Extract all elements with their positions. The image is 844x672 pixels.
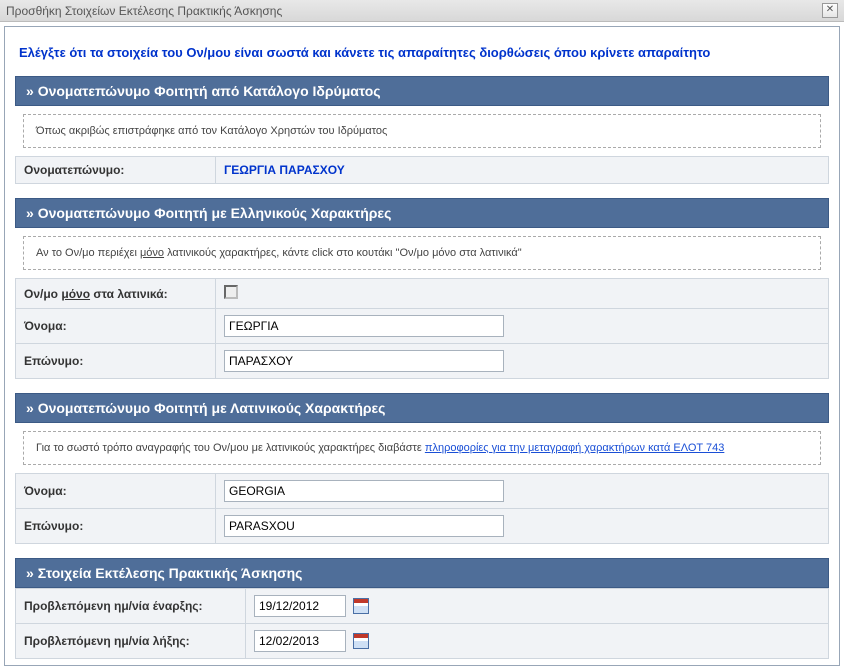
section-header-greek: » Ονοματεπώνυμο Φοιτητή με Ελληνικούς Χα… — [15, 198, 829, 228]
greek-lastname-cell — [216, 344, 829, 379]
window-title: Προσθήκη Στοιχείων Εκτέλεσης Πρακτικής Ά… — [6, 4, 282, 18]
latin-firstname-input[interactable] — [224, 480, 504, 502]
end-date-input[interactable] — [254, 630, 346, 652]
instruction-text: Ελέγξτε ότι τα στοιχεία του Ον/μου είναι… — [19, 45, 825, 60]
table-exec: Προβλεπόμενη ημ/νία έναρξης: Προβλεπόμεν… — [15, 588, 829, 659]
greek-firstname-input[interactable] — [224, 315, 504, 337]
info-latin: Για το σωστό τρόπο αναγραφής του Ον/μου … — [23, 431, 821, 465]
start-date-input[interactable] — [254, 595, 346, 617]
dialog-window: Προσθήκη Στοιχείων Εκτέλεσης Πρακτικής Ά… — [0, 0, 844, 672]
latin-lastname-label: Επώνυμο: — [16, 509, 216, 544]
dialog-content: Ελέγξτε ότι τα στοιχεία του Ον/μου είναι… — [4, 26, 840, 666]
greek-lastname-label: Επώνυμο: — [16, 344, 216, 379]
close-icon[interactable]: ✕ — [822, 3, 838, 18]
latin-firstname-cell — [216, 474, 829, 509]
start-date-cell — [246, 589, 829, 624]
latin-firstname-label: Όνομα: — [16, 474, 216, 509]
only-latin-cell — [216, 279, 829, 309]
titlebar: Προσθήκη Στοιχείων Εκτέλεσης Πρακτικής Ά… — [0, 0, 844, 22]
calendar-icon[interactable] — [353, 633, 369, 649]
fullname-label: Ονοματεπώνυμο: — [16, 157, 216, 184]
table-greek: Ον/μο μόνο στα λατινικά: Όνομα: Επώνυμο: — [15, 278, 829, 379]
info-greek: Αν το Ον/μο περιέχει μόνο λατινικούς χαρ… — [23, 236, 821, 270]
fullname-value: ΓΕΩΡΓΙΑ ΠΑΡΑΣΧΟΥ — [216, 157, 829, 184]
greek-lastname-input[interactable] — [224, 350, 504, 372]
section-header-exec: » Στοιχεία Εκτέλεσης Πρακτικής Άσκησης — [15, 558, 829, 588]
latin-lastname-input[interactable] — [224, 515, 504, 537]
only-latin-checkbox[interactable] — [224, 285, 238, 299]
table-latin: Όνομα: Επώνυμο: — [15, 473, 829, 544]
end-date-cell — [246, 624, 829, 659]
greek-firstname-cell — [216, 309, 829, 344]
calendar-icon[interactable] — [353, 598, 369, 614]
only-latin-label: Ον/μο μόνο στα λατινικά: — [16, 279, 216, 309]
section-header-latin: » Ονοματεπώνυμο Φοιτητή με Λατινικούς Χα… — [15, 393, 829, 423]
start-date-label: Προβλεπόμενη ημ/νία έναρξης: — [16, 589, 246, 624]
elot-link[interactable]: πληροφορίες για την μεταγραφή χαρακτήρων… — [425, 442, 724, 454]
latin-lastname-cell — [216, 509, 829, 544]
section-header-catalog: » Ονοματεπώνυμο Φοιτητή από Κατάλογο Ιδρ… — [15, 76, 829, 106]
table-catalog: Ονοματεπώνυμο: ΓΕΩΡΓΙΑ ΠΑΡΑΣΧΟΥ — [15, 156, 829, 184]
end-date-label: Προβλεπόμενη ημ/νία λήξης: — [16, 624, 246, 659]
greek-firstname-label: Όνομα: — [16, 309, 216, 344]
info-catalog: Όπως ακριβώς επιστράφηκε από τον Κατάλογ… — [23, 114, 821, 148]
